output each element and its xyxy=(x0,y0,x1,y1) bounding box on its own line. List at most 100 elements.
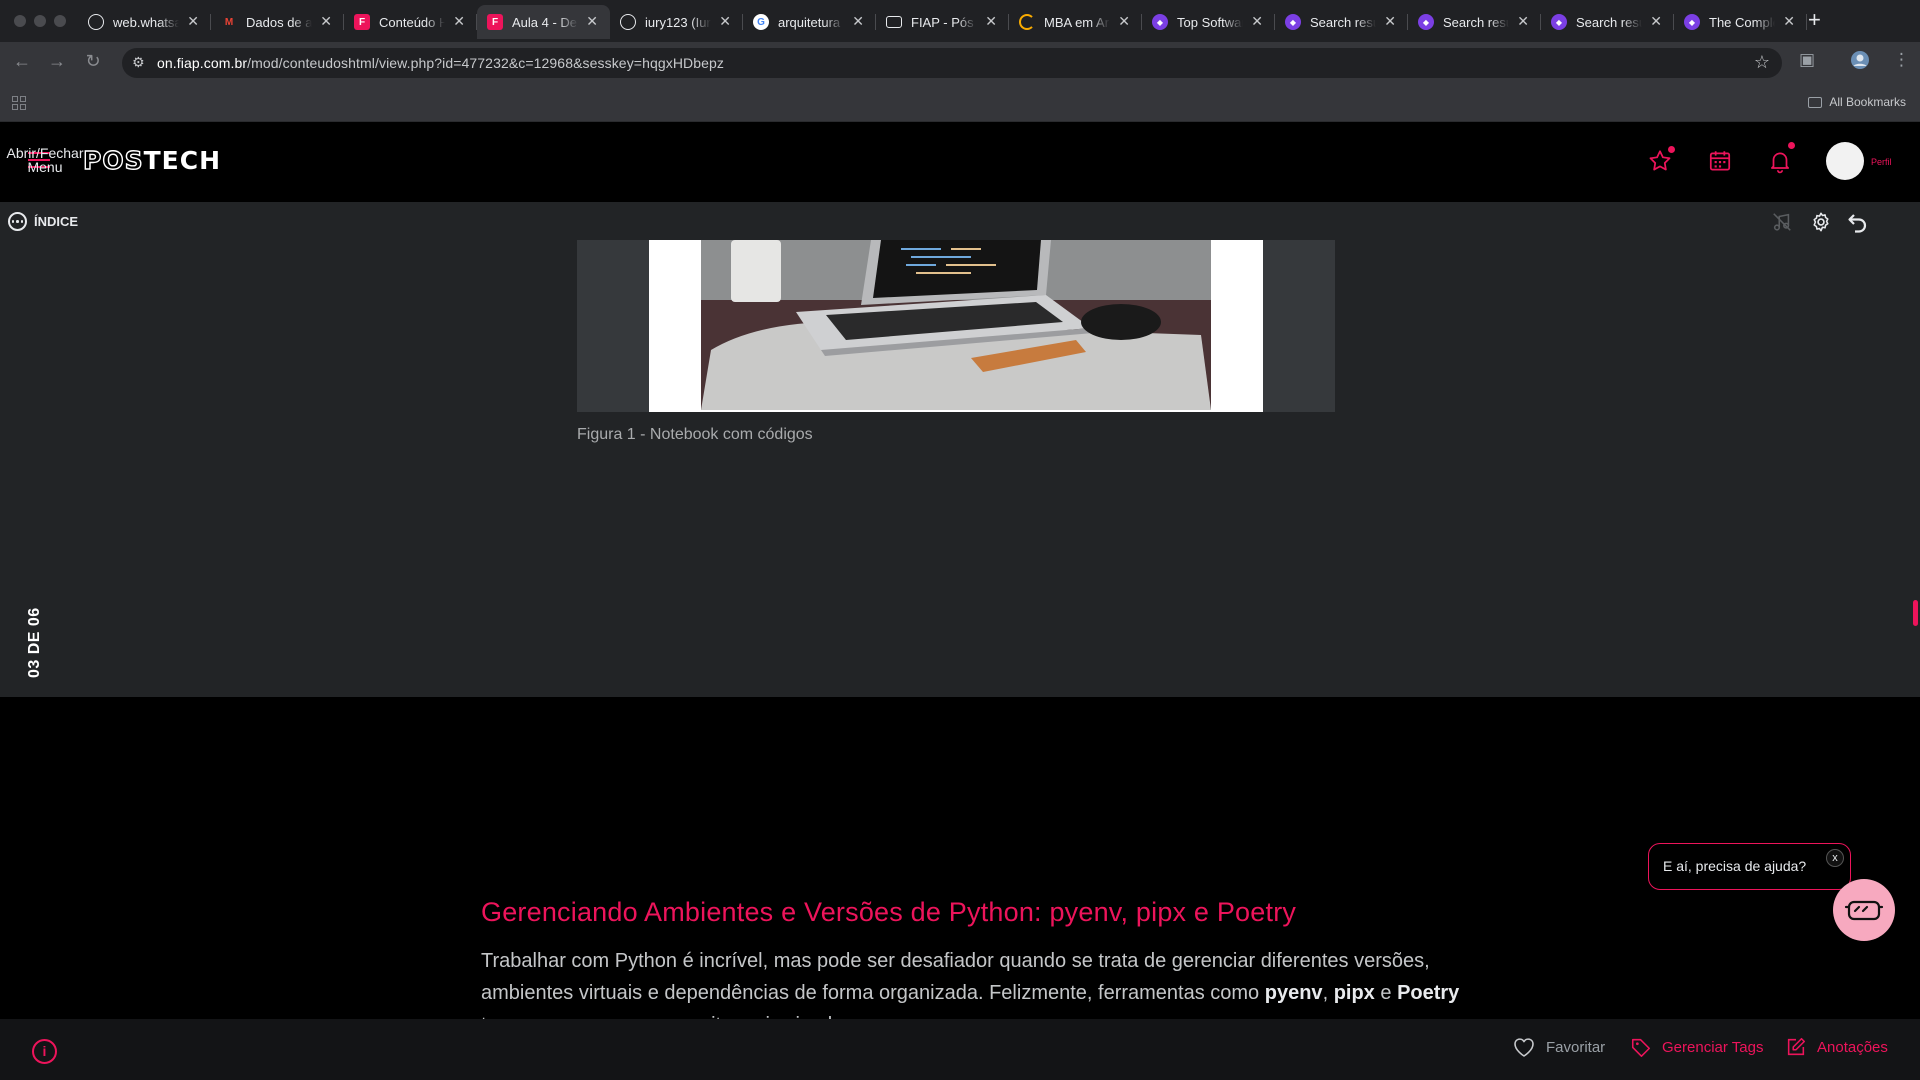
bookmark-star-icon[interactable]: ☆ xyxy=(1754,52,1770,73)
content-slide: Figura 1 - Notebook com códigos 03 DE 06 xyxy=(0,240,1920,697)
notifications-bell-icon[interactable] xyxy=(1767,148,1793,174)
github-icon xyxy=(620,14,636,30)
tab-close-icon[interactable]: ✕ xyxy=(1517,13,1529,30)
undo-arrow-icon[interactable] xyxy=(1846,211,1868,233)
postech-logo[interactable]: POSTECH xyxy=(82,145,221,175)
tab-close-icon[interactable]: ✕ xyxy=(852,13,864,30)
tab-title: Dados de acesso xyxy=(246,14,312,30)
bottom-action-bar: i Favoritar Gerenciar Tags Anotações xyxy=(0,1019,1920,1080)
tab-close-icon[interactable]: ✕ xyxy=(187,13,199,30)
help-bubble-text: E aí, precisa de ajuda? xyxy=(1663,858,1807,874)
browser-tab[interactable]: FIAP - Pós ✕ xyxy=(876,5,1009,39)
loading-icon xyxy=(1019,14,1035,30)
all-bookmarks-button[interactable]: All Bookmarks xyxy=(1808,95,1906,109)
folder-icon xyxy=(886,16,902,28)
perplexity-icon: ◆ xyxy=(1152,14,1168,30)
browser-tab[interactable]: web.whatsapp.com ✕ xyxy=(78,5,211,39)
pyenv-term: pyenv xyxy=(1264,982,1323,1004)
tab-close-icon[interactable]: ✕ xyxy=(1384,13,1396,30)
tab-title: web.whatsapp.com xyxy=(113,14,179,30)
calendar-icon[interactable] xyxy=(1707,148,1733,174)
apps-grid-icon[interactable] xyxy=(12,96,26,110)
figure-matte xyxy=(649,240,1263,412)
browser-tab[interactable]: F Conteúdo HTML ✕ xyxy=(344,5,477,39)
browser-tab[interactable]: ◆ The Complete ✕ xyxy=(1674,5,1807,39)
tab-close-icon[interactable]: ✕ xyxy=(985,13,997,30)
help-close-button[interactable]: x xyxy=(1826,849,1844,867)
browser-tab[interactable]: iury123 (Iury) ✕ xyxy=(610,5,743,39)
favorites-notification-dot xyxy=(1668,146,1675,153)
scrollbar-thumb[interactable] xyxy=(1913,600,1918,626)
slide-pager: 03 DE 06 xyxy=(26,607,43,678)
back-button[interactable]: ← xyxy=(10,51,34,72)
address-bar[interactable]: ⚙ on.fiap.com.br/mod/conteudoshtml/view.… xyxy=(122,48,1782,78)
browser-menu-icon[interactable]: ⋮ xyxy=(1893,50,1910,70)
perplexity-icon: ◆ xyxy=(1684,14,1700,30)
tab-title: Search results xyxy=(1310,14,1376,30)
chatbot-robot-icon xyxy=(1844,900,1884,921)
article-title: Gerenciando Ambientes e Versões de Pytho… xyxy=(481,897,1297,927)
info-icon[interactable]: i xyxy=(32,1039,57,1064)
browser-tab[interactable]: ◆ Top Software ✕ xyxy=(1142,5,1275,39)
notebook-photo xyxy=(701,240,1211,410)
tab-title: MBA em Arquitetura xyxy=(1044,14,1110,30)
tab-title: Search results xyxy=(1443,14,1509,30)
browser-tab[interactable]: ◆ Search results ✕ xyxy=(1408,5,1541,39)
google-icon: G xyxy=(753,14,769,30)
browser-tab[interactable]: Garquitetura ✕ xyxy=(743,5,876,39)
tab-close-icon[interactable]: ✕ xyxy=(586,13,598,30)
tab-title: Top Software xyxy=(1177,14,1243,30)
avatar[interactable] xyxy=(1826,142,1864,180)
menu-toggle-label: Abrir/Fechar Menu xyxy=(6,145,84,175)
manage-tags-button[interactable]: Gerenciar Tags xyxy=(1630,1036,1763,1058)
browser-tab[interactable]: F Aula 4 - De ✕ xyxy=(477,5,610,39)
tag-icon xyxy=(1631,1038,1651,1057)
reload-button[interactable]: ↻ xyxy=(81,51,105,72)
chatbot-button[interactable] xyxy=(1833,879,1895,941)
tab-close-icon[interactable]: ✕ xyxy=(1118,13,1130,30)
browser-tab[interactable]: M Dados de acesso ✕ xyxy=(211,5,344,39)
favorite-button[interactable]: Favoritar xyxy=(1512,1036,1605,1058)
perplexity-icon: ◆ xyxy=(1551,14,1567,30)
tab-list: web.whatsapp.com ✕ M Dados de acesso ✕ F Conte… xyxy=(78,5,1807,39)
whatsapp-icon xyxy=(88,14,104,30)
notes-button[interactable]: Anotações xyxy=(1785,1036,1888,1058)
figure-frame xyxy=(577,240,1335,412)
fiap-icon: F xyxy=(487,14,503,30)
forward-button[interactable]: → xyxy=(45,51,69,72)
tab-close-icon[interactable]: ✕ xyxy=(1650,13,1662,30)
menu-toggle-button[interactable]: Abrir/Fechar Menu xyxy=(0,146,90,180)
help-bubble[interactable]: E aí, precisa de ajuda? xyxy=(1648,843,1851,890)
poetry-term: Poetry xyxy=(1397,982,1460,1004)
tab-close-icon[interactable]: ✕ xyxy=(320,13,332,30)
perplexity-icon: ◆ xyxy=(1418,14,1434,30)
profile-label[interactable]: Perfil xyxy=(1871,157,1892,167)
browser-tab-strip: web.whatsapp.com ✕ M Dados de acesso ✕ F Conte… xyxy=(0,0,1920,42)
site-settings-icon[interactable]: ⚙ xyxy=(132,54,145,71)
tab-close-icon[interactable]: ✕ xyxy=(453,13,465,30)
tab-close-icon[interactable]: ✕ xyxy=(1783,13,1795,30)
browser-tab[interactable]: MBA em Arquitetura ✕ xyxy=(1009,5,1142,39)
browser-tab[interactable]: ◆ Search results ✕ xyxy=(1541,5,1674,39)
url-text: on.fiap.com.br/mod/conteudoshtml/view.ph… xyxy=(157,55,725,71)
fiap-icon: F xyxy=(354,14,370,30)
favorite-label: Favoritar xyxy=(1546,1038,1606,1056)
site-header: Abrir/Fechar Menu POSTECH Perfil xyxy=(0,122,1920,202)
index-button[interactable]: ÍNDICE xyxy=(8,212,78,231)
more-dots-icon xyxy=(8,212,27,231)
audio-music-icon[interactable] xyxy=(1771,211,1793,233)
window-controls[interactable] xyxy=(14,15,66,27)
extensions-icon[interactable]: ▣ xyxy=(1799,50,1815,70)
browser-tab[interactable]: ◆ Search results ✕ xyxy=(1275,5,1408,39)
edit-note-icon xyxy=(1787,1037,1806,1056)
tab-title: Conteúdo HTML xyxy=(379,14,445,30)
tab-title: iury123 (Iury) xyxy=(645,14,711,30)
profile-avatar-icon[interactable] xyxy=(1850,50,1870,75)
tab-close-icon[interactable]: ✕ xyxy=(719,13,731,30)
gmail-icon: M xyxy=(224,16,234,28)
folder-icon xyxy=(1808,96,1823,108)
settings-gear-icon[interactable] xyxy=(1810,211,1832,233)
content-toolbar: ÍNDICE xyxy=(0,202,1920,240)
new-tab-button[interactable]: + xyxy=(1808,8,1821,32)
tab-close-icon[interactable]: ✕ xyxy=(1251,13,1263,30)
